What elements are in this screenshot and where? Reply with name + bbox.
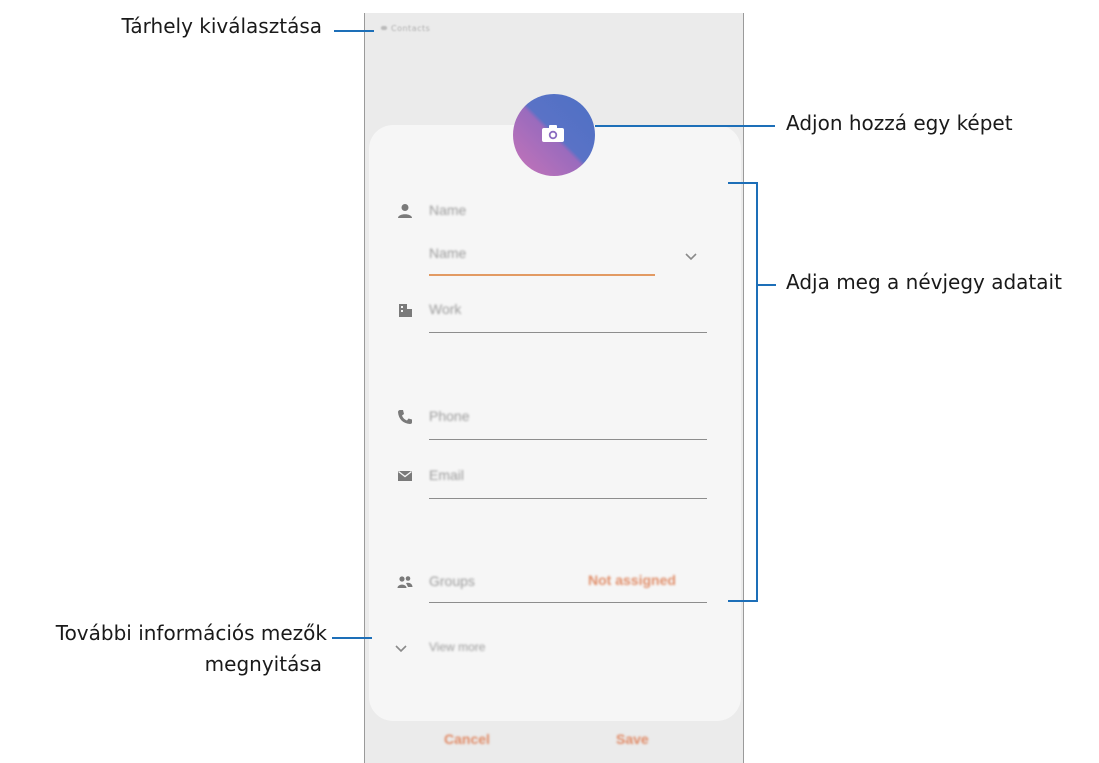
callout-more-fields-line [332,637,372,639]
chevron-down-icon[interactable] [683,248,699,264]
callout-add-image-line [595,125,775,127]
building-icon [399,304,412,317]
contact-form-card: Name Name Work Phone Email Groups Not as… [369,125,741,721]
storage-label: Contacts [391,23,431,33]
groups-underline [429,602,707,603]
annotated-screenshot: Contacts Name Name Work Phone Email Grou… [0,0,1099,763]
phone-input[interactable]: Phone [429,408,469,424]
groups-label[interactable]: Groups [429,573,475,589]
callout-bracket-top [728,182,758,184]
chevron-down-icon[interactable] [393,640,409,656]
callout-more-fields-line1: További információs mezők [55,621,327,645]
phone-underline [429,439,707,440]
save-button[interactable]: Save [616,731,649,747]
camera-icon [542,125,564,142]
email-input[interactable]: Email [429,467,464,483]
callout-storage-line [334,30,374,32]
view-more-button[interactable]: View more [429,640,485,654]
person-icon [398,204,412,218]
callout-bracket-vertical [756,182,758,602]
callout-bracket-bottom [728,600,758,602]
group-icon [397,576,413,588]
work-underline [429,332,707,333]
add-photo-button[interactable] [513,94,595,176]
storage-selector[interactable]: Contacts [381,23,430,33]
name-input[interactable]: Name [429,245,466,261]
name-input-underline [429,274,655,276]
callout-details-line [756,284,776,286]
callout-more-fields-line2: megnyitása [204,652,322,676]
storage-icon [381,26,387,30]
name-header-label: Name [429,202,467,218]
cancel-button[interactable]: Cancel [444,731,490,747]
callout-enter-details: Adja meg a névjegy adatait [786,270,1062,294]
work-input[interactable]: Work [429,301,461,317]
groups-value[interactable]: Not assigned [588,572,676,588]
email-underline [429,498,707,499]
callout-add-image: Adjon hozzá egy képet [786,111,1013,135]
callout-storage: Tárhely kiválasztása [121,14,323,38]
phone-icon [398,410,412,424]
mail-icon [398,470,412,481]
